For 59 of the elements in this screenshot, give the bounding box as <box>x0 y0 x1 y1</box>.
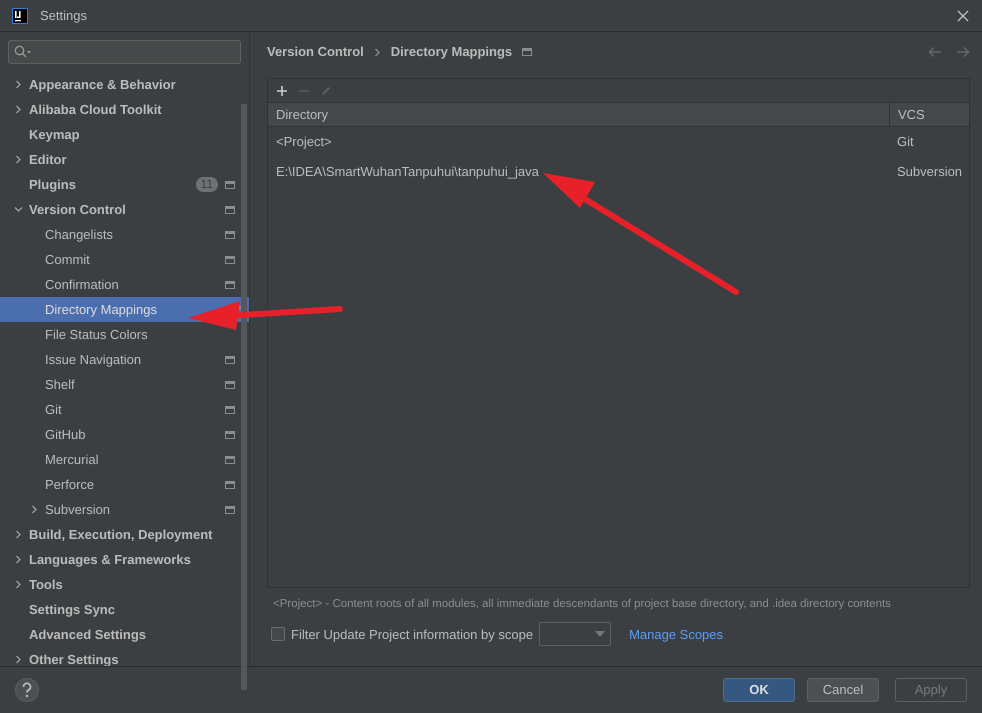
search-icon <box>14 45 32 59</box>
hint-text: <Project> - Content roots of all modules, all immediate descendants of project base directory, and .idea directory contents <box>273 597 892 612</box>
tree-item[interactable]: Version Control <box>29 200 126 220</box>
dropdown-caret-icon <box>595 631 606 638</box>
chevron-right-icon <box>14 580 23 589</box>
forward-arrow-icon <box>956 46 970 58</box>
tree-item[interactable]: Git <box>45 400 62 420</box>
breadcrumb-item[interactable]: Version Control <box>267 42 364 62</box>
tree-item[interactable]: Build, Execution, Deployment <box>29 524 212 544</box>
checkbox[interactable] <box>271 627 285 642</box>
search-field[interactable] <box>8 40 241 64</box>
tree-item[interactable]: Advanced Settings <box>29 624 146 644</box>
tree-item[interactable]: Perforce <box>45 474 94 494</box>
chevron-right-icon <box>14 530 23 539</box>
column-header[interactable]: VCS <box>889 103 969 126</box>
chevron-right-icon <box>30 505 39 514</box>
chevron-right-icon <box>14 80 23 89</box>
close-icon[interactable] <box>956 8 970 22</box>
tree-item[interactable]: Appearance & Behavior <box>29 74 176 94</box>
app-logo-icon <box>12 8 28 24</box>
column-header[interactable]: Directory <box>268 103 889 126</box>
chevron-right-icon <box>14 155 23 164</box>
table-cell-text: Git <box>896 133 915 152</box>
tree-item[interactable]: Issue Navigation <box>45 350 142 370</box>
tree-item[interactable]: Mercurial <box>45 450 98 470</box>
tree-item[interactable]: Keymap <box>29 124 80 144</box>
tree-item[interactable]: GitHub <box>45 424 86 444</box>
back-arrow-icon <box>928 46 942 58</box>
tree-item[interactable]: Confirmation <box>45 274 119 294</box>
window-title: Settings <box>40 6 87 25</box>
tree-item[interactable]: Languages & Frameworks <box>29 550 191 570</box>
help-icon[interactable] <box>15 678 39 702</box>
tree-item[interactable]: File Status Colors <box>45 324 148 344</box>
tree-item[interactable]: Editor <box>29 150 67 170</box>
tree-item[interactable]: Plugins <box>29 174 76 194</box>
chevron-right-icon <box>374 48 381 56</box>
checkbox-label: Filter Update Project information by scope <box>291 626 534 644</box>
manage-scopes-link[interactable]: Manage Scopes <box>629 624 724 644</box>
chevron-down-icon <box>14 205 23 214</box>
tree-item[interactable]: Subversion <box>45 500 110 520</box>
tree-item[interactable]: Settings Sync <box>29 600 115 620</box>
tree-item[interactable]: Alibaba Cloud Toolkit <box>29 100 162 120</box>
breadcrumb-item: Directory Mappings <box>390 43 512 62</box>
tree-item[interactable]: Changelists <box>45 224 113 244</box>
dialog-button[interactable]: Cancel <box>807 678 879 702</box>
table-cell-text: E:\IDEA\SmartWuhanTanpuhui\tanpuhui_java <box>275 163 540 182</box>
tree-item[interactable]: Commit <box>45 250 90 270</box>
chevron-right-icon <box>14 655 23 664</box>
add-icon[interactable] <box>276 84 288 96</box>
table-cell-text: <Project> <box>275 133 333 152</box>
chevron-right-icon <box>14 105 23 114</box>
tree-item[interactable]: Tools <box>29 574 63 594</box>
table-cell-text: Subversion <box>896 163 964 182</box>
tree-item[interactable]: Shelf <box>45 374 75 394</box>
chevron-right-icon <box>14 555 23 564</box>
dialog-button[interactable]: OK <box>723 678 795 702</box>
scope-dropdown[interactable] <box>539 622 612 646</box>
project-scope-icon <box>522 48 532 56</box>
scrollbar[interactable] <box>241 104 247 690</box>
